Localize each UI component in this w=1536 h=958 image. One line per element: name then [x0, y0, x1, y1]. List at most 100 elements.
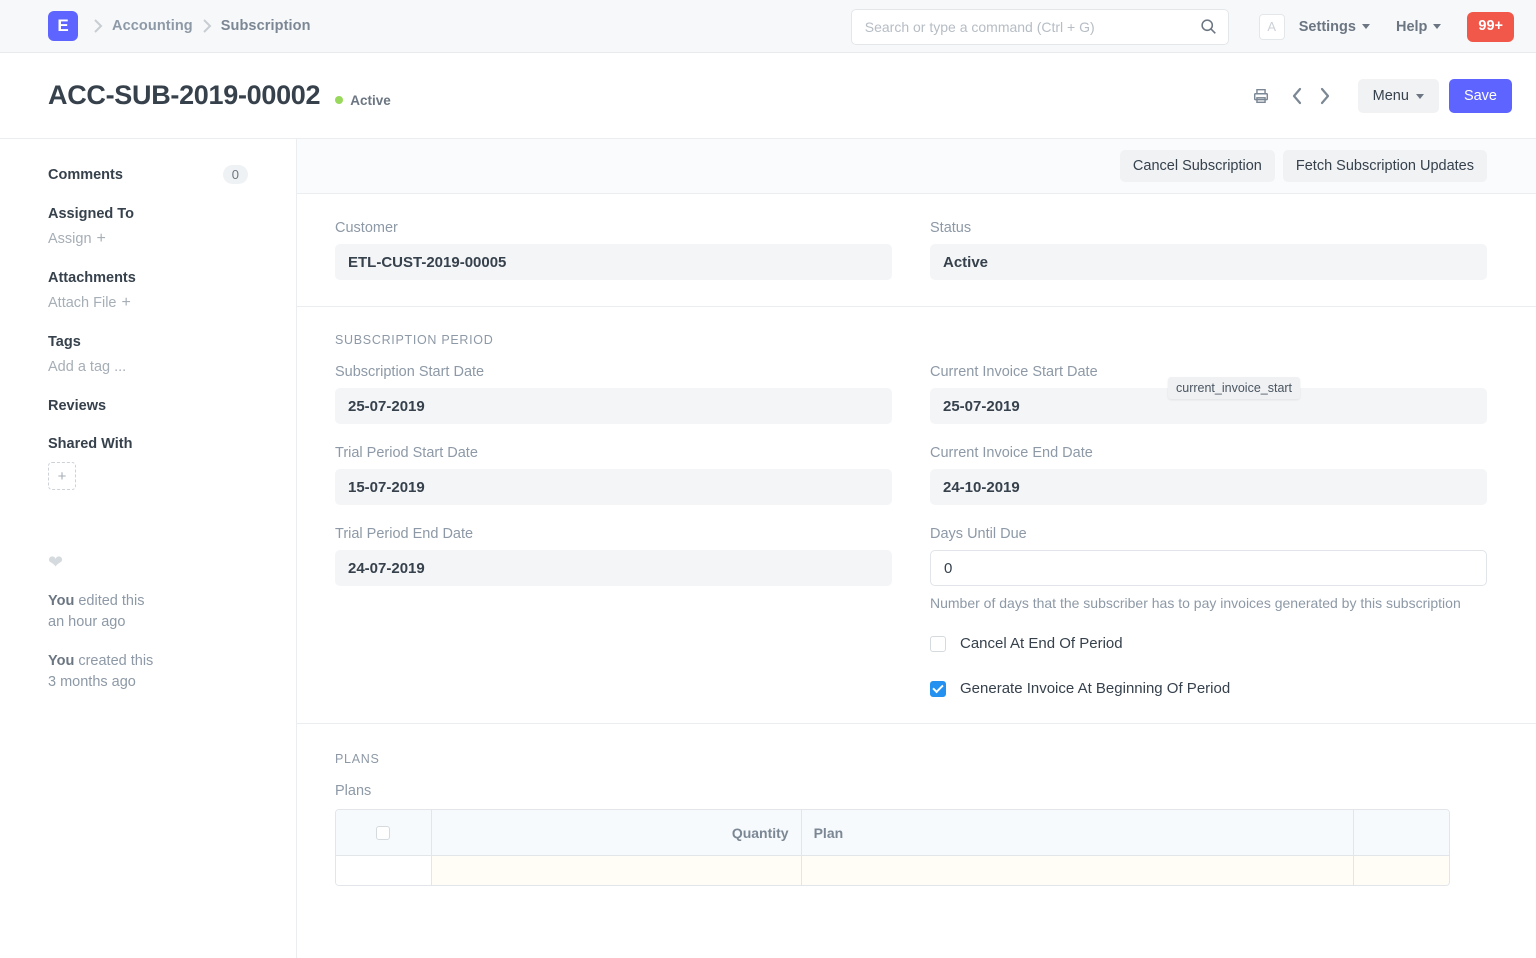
assign-button[interactable]: Assign +: [48, 230, 106, 248]
form-sidebar: Comments 0 Assigned To Assign + Attachme…: [0, 139, 297, 958]
status-field-label: Status: [930, 220, 972, 236]
select-all-checkbox[interactable]: [376, 825, 391, 840]
field-subscription-start-date: Subscription Start Date 25-07-2019: [335, 364, 892, 424]
column-left-customer: Customer ETL-CUST-2019-00005: [335, 220, 892, 280]
activity-created-when: 3 months ago: [48, 674, 136, 690]
help-menu[interactable]: Help: [1395, 18, 1442, 35]
cancel-at-end-label[interactable]: Cancel At End Of Period: [960, 635, 1123, 652]
attachments-label: Attachments: [48, 270, 136, 286]
chevron-right-icon: [84, 18, 112, 34]
activity-created-who: You: [48, 653, 75, 669]
customer-value[interactable]: ETL-CUST-2019-00005: [335, 244, 892, 280]
column-right-invoice: Current Invoice Start Date 25-07-2019 cu…: [930, 364, 1487, 697]
settings-menu[interactable]: Settings: [1299, 19, 1370, 35]
activity-edited: You edited this an hour ago: [48, 591, 248, 633]
avatar[interactable]: A: [1258, 13, 1285, 40]
checkbox-row-cancel-at-end[interactable]: Cancel At End Of Period: [930, 635, 1487, 652]
assigned-to-label: Assigned To: [48, 206, 134, 222]
menu-button[interactable]: Menu: [1357, 79, 1439, 113]
section-plans: PLANS Plans Quantity Plan: [297, 724, 1536, 912]
assigned-to-block: Assigned To Assign +: [48, 206, 248, 248]
activity-edited-who: You: [48, 593, 75, 609]
title-row: ACC-SUB-2019-00002 Active: [48, 80, 391, 111]
row-plan-cell[interactable]: [801, 855, 1355, 885]
field-trial-start-date: Trial Period Start Date 15-07-2019: [335, 445, 892, 505]
header-actions: Menu Save: [1248, 53, 1512, 139]
days-until-due-input[interactable]: [930, 550, 1487, 586]
row-select-cell[interactable]: [336, 855, 432, 885]
field-current-invoice-end-date: Current Invoice End Date 24-10-2019: [930, 445, 1487, 505]
search-container: [850, 8, 1229, 45]
activity-created-what: created this: [74, 653, 154, 669]
previous-record-icon[interactable]: [1284, 83, 1310, 109]
help-label: Help: [1395, 18, 1428, 35]
breadcrumb: Accounting Subscription: [84, 18, 311, 34]
section-subscription-period: SUBSCRIPTION PERIOD Subscription Start D…: [297, 307, 1536, 724]
activity-created: You created this 3 months ago: [48, 651, 248, 693]
heart-icon[interactable]: ❤: [48, 552, 248, 573]
cancel-subscription-button[interactable]: Cancel Subscription: [1119, 150, 1275, 182]
attach-file-button[interactable]: Attach File +: [48, 295, 131, 312]
current-invoice-end-value[interactable]: 24-10-2019: [930, 469, 1487, 505]
plans-table-header-row: Quantity Plan: [336, 810, 1449, 855]
row-extra-cell: [1354, 855, 1449, 885]
field-status: Status Active: [930, 220, 1487, 280]
trial-end-value[interactable]: 24-07-2019: [335, 550, 892, 586]
search-icon[interactable]: [1200, 18, 1217, 35]
print-icon[interactable]: [1248, 83, 1274, 109]
activity-edited-what: edited this: [74, 593, 145, 609]
chevron-right-icon-2: [193, 18, 221, 34]
breadcrumb-item-accounting[interactable]: Accounting: [112, 18, 193, 34]
generate-invoice-label[interactable]: Generate Invoice At Beginning Of Period: [960, 680, 1230, 697]
field-days-until-due: Days Until Due Number of days that the s…: [930, 526, 1487, 614]
add-tag-input[interactable]: Add a tag ...: [48, 359, 126, 375]
search-input[interactable]: [850, 8, 1229, 45]
reviews-block: Reviews: [48, 398, 248, 414]
plans-column-plan[interactable]: Plan: [802, 810, 1355, 855]
subscription-start-value[interactable]: 25-07-2019: [335, 388, 892, 424]
comments-block: Comments 0: [48, 165, 248, 184]
notifications-badge[interactable]: 99+: [1467, 11, 1514, 42]
status-label: Active: [350, 92, 391, 108]
status-field-value[interactable]: Active: [930, 244, 1487, 280]
navbar-right: A Settings Help 99+: [850, 0, 1514, 53]
column-right-status: Status Active: [930, 220, 1487, 280]
subscription-start-label: Subscription Start Date: [335, 364, 485, 380]
row-quantity-cell[interactable]: [431, 855, 802, 885]
checkbox-row-generate-invoice[interactable]: Generate Invoice At Beginning Of Period: [930, 680, 1487, 697]
field-tooltip: current_invoice_start: [1168, 377, 1301, 399]
form-content: Cancel Subscription Fetch Subscription U…: [297, 139, 1536, 958]
app-logo[interactable]: E: [48, 11, 78, 41]
plus-icon: +: [96, 230, 106, 247]
breadcrumb-item-subscription[interactable]: Subscription: [221, 18, 311, 34]
tags-label: Tags: [48, 334, 81, 350]
generate-invoice-checkbox[interactable]: [930, 680, 946, 697]
next-record-icon[interactable]: [1312, 83, 1338, 109]
cancel-at-end-checkbox[interactable]: [930, 635, 946, 652]
customer-label: Customer: [335, 220, 398, 236]
page-header: ACC-SUB-2019-00002 Active Menu Save: [0, 53, 1536, 139]
section-customer-status: Customer ETL-CUST-2019-00005 Status Acti…: [297, 194, 1536, 307]
plans-section-title: PLANS: [335, 752, 380, 766]
activity-edited-when: an hour ago: [48, 614, 126, 630]
attachments-block: Attachments Attach File +: [48, 270, 248, 312]
shared-with-block: Shared With +: [48, 436, 248, 490]
days-until-due-label: Days Until Due: [930, 526, 1027, 542]
plans-column-quantity[interactable]: Quantity: [432, 810, 802, 855]
plans-field-label: Plans: [335, 783, 372, 799]
trial-start-value[interactable]: 15-07-2019: [335, 469, 892, 505]
add-share-button[interactable]: +: [48, 462, 76, 490]
table-row[interactable]: [336, 855, 1449, 885]
plans-select-all-cell[interactable]: [336, 810, 432, 855]
status-dot-icon: [335, 96, 344, 104]
status-badge: Active: [335, 93, 391, 108]
menu-label: Menu: [1372, 88, 1409, 104]
subscription-period-title: SUBSCRIPTION PERIOD: [335, 333, 494, 347]
reviews-label: Reviews: [48, 398, 107, 414]
field-trial-end-date: Trial Period End Date 24-07-2019: [335, 526, 892, 586]
field-customer: Customer ETL-CUST-2019-00005: [335, 220, 892, 280]
fetch-subscription-updates-button[interactable]: Fetch Subscription Updates: [1282, 150, 1487, 182]
days-until-due-description: Number of days that the subscriber has t…: [930, 595, 1461, 611]
save-button[interactable]: Save: [1448, 79, 1512, 113]
column-left-dates: Subscription Start Date 25-07-2019 Trial…: [335, 364, 892, 697]
